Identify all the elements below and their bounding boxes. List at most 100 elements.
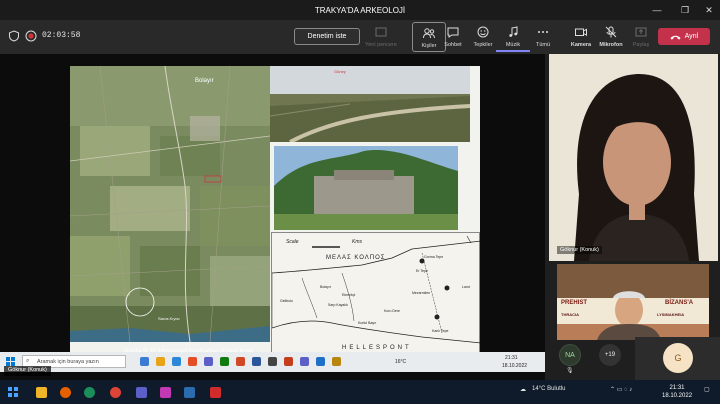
minimize-button[interactable]: — [644,0,670,20]
app-icon[interactable] [252,357,261,366]
banner-text: PREHIST [561,300,588,306]
mic-label: Mikrofon [599,42,623,48]
remote-weather: 16°C [395,359,407,365]
app-icon[interactable] [172,357,181,366]
windows-start-icon[interactable] [6,357,15,366]
app-icon[interactable] [284,357,293,366]
sketch-km-label: Kms [352,239,362,245]
photos-icon[interactable] [184,387,195,398]
sketch-place: Er Tepe [416,269,428,273]
more-button[interactable]: Tümü [526,22,560,52]
music-button[interactable]: Müzik [496,22,530,52]
search-icon: ⌕ [26,358,30,364]
app-icon[interactable] [268,357,277,366]
leave-button[interactable]: Ayrıl [658,28,710,45]
mic-muted-icon: 🎙 [566,368,574,374]
pdf-icon[interactable] [210,387,221,398]
map-label-bolayir: Bolayır [195,78,214,84]
camera-button[interactable]: Kamera [564,22,598,52]
avatar-initials: NA [565,351,575,359]
participant-video-main[interactable]: Göknur (Konuk) [549,54,718,261]
app-icon[interactable] [160,387,171,398]
sketch-place: Gorma Tepe [424,255,444,259]
photo-label: Güney [334,69,346,74]
notification-icon[interactable]: ▢ [704,386,710,393]
app-icon[interactable] [220,357,229,366]
reactions-button[interactable]: Tepkiler [466,22,500,52]
window-icon [375,27,387,37]
remote-time: 21:31 [505,355,518,361]
app-icon[interactable] [300,357,309,366]
leave-label: Ayrıl [684,33,699,40]
mic-off-icon [605,26,617,38]
app-icon[interactable] [316,357,325,366]
new-window-button[interactable]: Yeni pencere [364,22,398,52]
music-label: Müzik [505,42,521,48]
participant-portrait [549,54,718,261]
app-icon[interactable] [188,357,197,366]
sketch-scale-label: Scale [286,239,299,245]
remote-search-placeholder: Aramak için buraya yazın [37,358,99,365]
sketch-map: Scale Kms ΜΕΛΑΣ ΚΟΛΠΟΣ HELLESPONT Gorma … [271,232,480,356]
request-control-button[interactable]: Denetim iste [294,28,360,45]
chat-icon [447,27,459,38]
sketch-place: Mezarmilen [412,291,431,295]
close-button[interactable]: ✕ [696,0,720,20]
windows-start-icon[interactable] [8,387,18,397]
app-icon[interactable] [204,357,213,366]
people-label: Kişiler [421,43,437,49]
cloud-icon: ☁ [520,387,526,393]
satellite-map [70,66,270,342]
app-icon[interactable] [84,387,95,398]
smile-icon [477,26,489,38]
sketch-place: Land [462,285,470,289]
sketch-place: Kuru Dere [384,309,400,313]
folder-icon[interactable] [36,387,47,398]
remote-taskbar: ⌕ Aramak için buraya yazın 16°C 21:31 18… [0,352,545,372]
chat-label: Sohbet [444,42,462,48]
participant-tile-g[interactable]: G [635,337,720,380]
share-button[interactable]: Paylaş [624,22,658,52]
chrome-icon[interactable] [110,387,121,398]
app-icon[interactable] [236,357,245,366]
window-titlebar: TRAKYA'DA ARKEOLOJİ — ❐ ✕ [0,0,720,20]
new-window-label: Yeni pencere [365,42,397,48]
app-icon[interactable] [332,357,341,366]
share-label: Paylaş [632,42,650,48]
banner-text: THRACIA [561,312,579,317]
maximize-button[interactable]: ❐ [672,0,698,20]
taskbar-clock[interactable]: 21:31 18.10.2022 [662,384,692,400]
remote-date: 18.10.2022 [502,363,528,369]
shield-icon [9,30,19,42]
phone-hangup-icon [670,35,681,40]
sketch-sea-top: ΜΕΛΑΣ ΚΟΛΠΟΣ [326,255,386,261]
people-icon [423,28,435,39]
participant-video-second[interactable]: PREHIST BİZANS'A THRACIA LYSIMAKHEIA [557,264,709,340]
taskbar-date: 18.10.2022 [662,393,693,399]
music-icon [509,26,518,37]
more-participants-button[interactable]: +19 [599,344,621,366]
sketch-place: Ekmekçi [342,293,356,297]
app-icon[interactable] [140,357,149,366]
camera-icon [575,28,587,37]
ruin-photo [274,146,458,230]
participant-avatar-g: G [663,343,693,373]
mic-button[interactable]: Mikrofon [594,22,628,52]
avatar-initials: G [674,353,682,363]
participant-panel: Göknur (Konuk) PREHIST BİZANS'A THRACIA … [545,54,720,380]
landscape-photo [270,66,470,142]
folder-icon[interactable] [156,357,165,366]
sketch-place: Sarp Kayalık [328,303,348,307]
reactions-label: Tepkiler [473,42,493,48]
participant-avatar-na[interactable]: NA [559,344,581,366]
share-icon [635,27,647,37]
teams-icon[interactable] [136,387,147,398]
firefox-icon[interactable] [60,387,71,398]
more-dots-icon [538,31,548,33]
taskbar-time: 21:31 [669,385,685,391]
banner-text: BİZANS'A [665,300,694,306]
taskbar-weather: 14°C Bulutlu [532,386,566,392]
banner-text: LYSIMAKHEIA [657,312,685,317]
chat-button[interactable]: Sohbet [436,22,470,52]
tray-icons[interactable]: ⌃ ▭ ◌ ♪ [610,386,632,393]
